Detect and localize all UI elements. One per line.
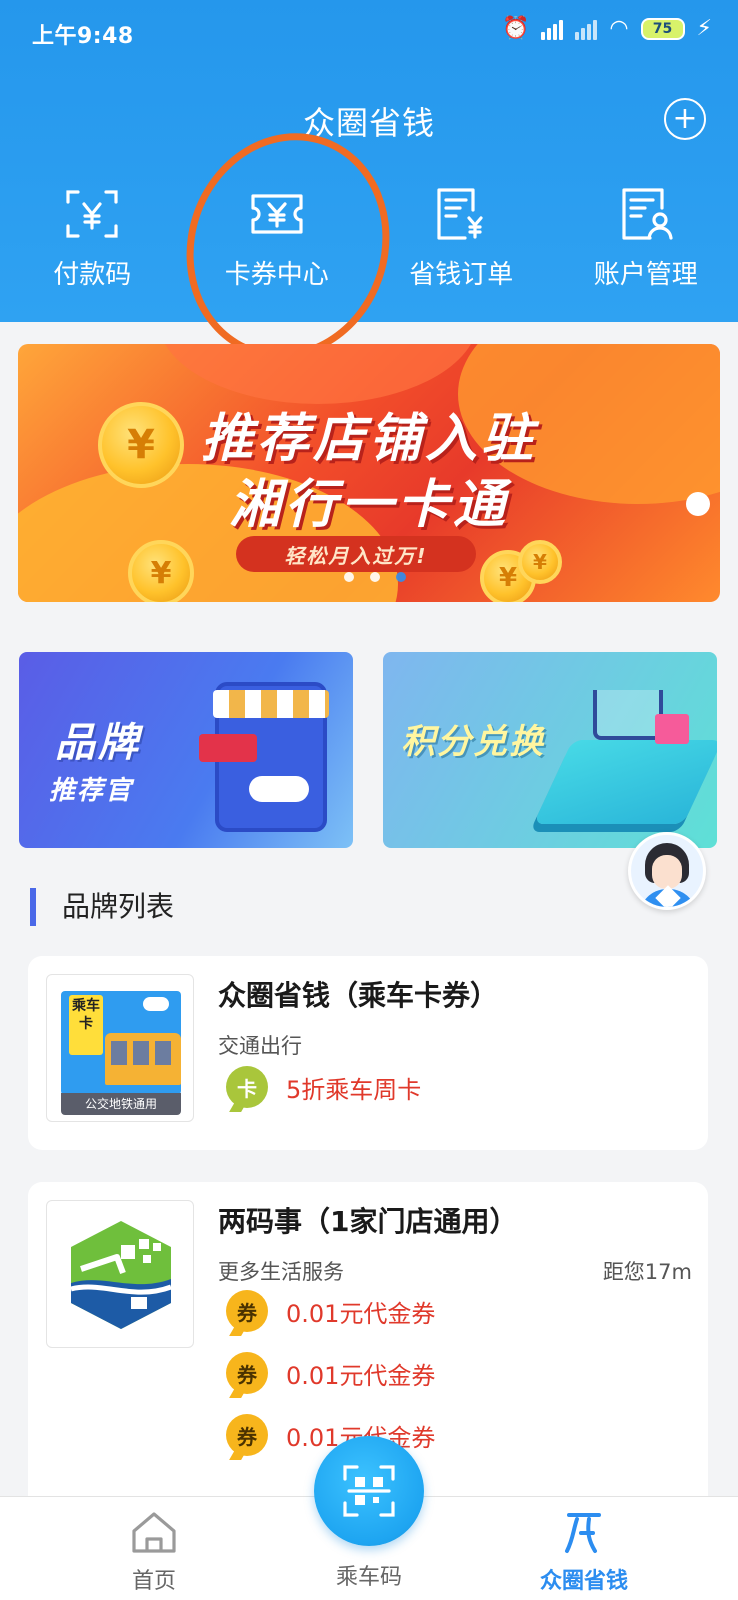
section-title: 品牌列表 — [30, 888, 174, 926]
promo-title: 品牌 — [55, 720, 141, 766]
quick-nav-account-manage[interactable]: 账户管理 — [554, 186, 738, 291]
quick-nav-payment-code[interactable]: 付款码 — [0, 186, 185, 291]
customer-service-avatar[interactable] — [628, 832, 706, 910]
quick-nav-label: 账户管理 — [593, 260, 698, 290]
brand-logo — [46, 1200, 194, 1348]
brand-name: 众圈省钱（乘车卡券） — [218, 979, 499, 1012]
status-time: 上午9:48 — [32, 24, 134, 49]
status-bar: 上午9:48 ⏰ ◠ 75 ⚡ — [0, 0, 738, 66]
coupon-row[interactable]: 卡 5折乘车周卡 — [226, 1066, 421, 1108]
coupon-row[interactable]: 券 0.01元代金券 — [226, 1290, 435, 1332]
gift-illustration — [655, 714, 689, 744]
home-icon — [132, 1512, 176, 1553]
bus-icon — [105, 1033, 181, 1085]
scan-yen-icon — [66, 190, 118, 238]
account-card-icon — [622, 188, 673, 240]
banner-decor-dot — [686, 492, 710, 516]
transit-card-footer: 公交地铁通用 — [61, 1093, 181, 1115]
order-yen-icon — [437, 188, 483, 240]
banner-tagline: 轻松月入过万! — [236, 536, 476, 572]
page-title: 众圈省钱 — [302, 104, 435, 142]
coin-icon: ¥ — [128, 540, 194, 602]
promo-banner[interactable]: ¥ ¥ ¥ ¥ 推荐店铺入驻 湘行一卡通 轻松月入过万! — [18, 344, 720, 602]
tab-label: 众圈省钱 — [539, 1569, 628, 1594]
promo-title: 积分兑换 — [401, 722, 545, 762]
plus-circle-icon[interactable]: + — [664, 98, 706, 140]
cart-illustration — [593, 690, 663, 740]
card-badge-icon: 卡 — [226, 1066, 268, 1108]
promo-points-exchange[interactable]: 积分兑换 — [383, 652, 717, 848]
carousel-dot[interactable] — [370, 572, 380, 582]
charging-icon: ⚡ — [696, 16, 712, 41]
status-icons: ⏰ ◠ 75 ⚡ — [502, 16, 712, 42]
battery-icon: 75 — [640, 18, 685, 40]
brand-category: 更多生活服务 — [218, 1260, 344, 1284]
brand-card[interactable]: 乘车卡 公交地铁通用 众圈省钱（乘车卡券） 交通出行 卡 5折乘车周卡 — [28, 956, 708, 1150]
coupon-row[interactable]: 券 0.01元代金券 — [226, 1352, 435, 1394]
alarm-icon: ⏰ — [501, 16, 530, 41]
tab-label: 乘车码 — [335, 1565, 402, 1590]
coupon-badge-icon: 券 — [226, 1352, 268, 1394]
qr-scan-icon — [343, 1465, 395, 1517]
wifi-icon: ◠ — [609, 16, 629, 41]
coupon-badge-icon: 券 — [226, 1290, 268, 1332]
tab-home[interactable]: 首页 — [74, 1497, 234, 1600]
quick-nav-coupon-center[interactable]: 卡券中心 — [185, 186, 370, 291]
coupon-text: 5折乘车周卡 — [286, 1075, 422, 1104]
tablet-illustration — [533, 740, 717, 824]
quick-nav-label: 付款码 — [53, 260, 132, 290]
quick-nav-savings-orders[interactable]: 省钱订单 — [369, 186, 554, 291]
brand-distance: 距您17m — [602, 1260, 692, 1284]
signal-icon — [575, 18, 598, 40]
coin-icon: ¥ — [518, 540, 562, 584]
coupon-text: 0.01元代金券 — [286, 1361, 436, 1390]
quick-nav-label: 省钱订单 — [409, 260, 514, 290]
brand-logo: 乘车卡 公交地铁通用 — [46, 974, 194, 1122]
transit-card-tag: 乘车卡 — [69, 995, 103, 1055]
quick-nav: 付款码 卡券中心 省钱订单 账户管理 — [0, 186, 738, 291]
ride-code-fab[interactable] — [314, 1436, 424, 1546]
coupon-text: 0.01元代金券 — [286, 1299, 436, 1328]
banner-subheadline: 湘行一卡通 — [228, 475, 509, 535]
ticket-yen-icon — [251, 194, 303, 234]
shop-phone-illustration — [199, 682, 329, 832]
promo-brand-recommender[interactable]: 品牌 推荐官 — [19, 652, 353, 848]
brand-name: 两码事（1家门店通用） — [218, 1205, 518, 1238]
brand-category: 交通出行 — [218, 1034, 302, 1058]
app-header: 上午9:48 ⏰ ◠ 75 ⚡ 众圈省钱 + 付款码 卡券中心 省钱订单 账户管… — [0, 0, 738, 322]
carousel-dot-active[interactable] — [396, 572, 406, 582]
banner-headline: 推荐店铺入驻 — [200, 409, 537, 469]
carousel-dot[interactable] — [344, 572, 354, 582]
zq-logo-icon — [565, 1513, 601, 1553]
promo-subtitle: 推荐官 — [49, 776, 134, 806]
tab-zhongquan-savings[interactable]: 众圈省钱 — [504, 1497, 664, 1600]
signal-hd-icon — [541, 18, 564, 40]
tab-label: 首页 — [131, 1569, 176, 1594]
liangmashi-logo-icon — [70, 1221, 172, 1329]
carousel-dots — [344, 572, 406, 582]
quick-nav-label: 卡券中心 — [224, 260, 329, 290]
coupon-badge-icon: 券 — [226, 1414, 268, 1456]
